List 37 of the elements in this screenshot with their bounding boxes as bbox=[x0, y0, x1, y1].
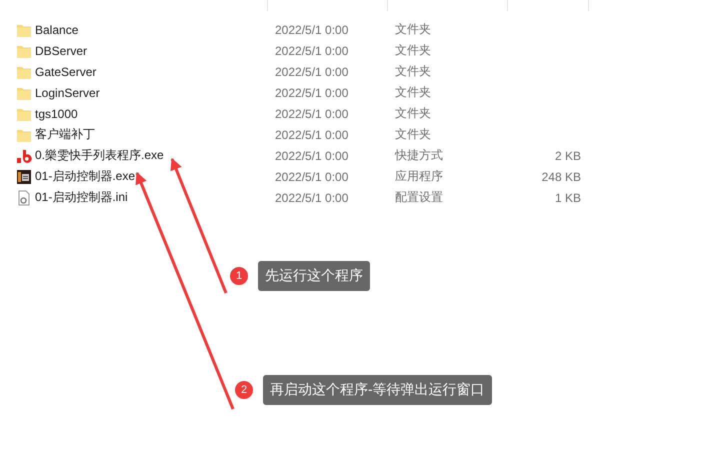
file-name[interactable]: DBServer bbox=[35, 44, 88, 58]
file-name[interactable]: Balance bbox=[35, 22, 78, 36]
date-text: 2022/5/1 0:00 bbox=[275, 148, 348, 162]
file-name[interactable]: LoginServer bbox=[35, 86, 100, 100]
file-name[interactable]: 客户端补丁 bbox=[35, 126, 95, 143]
date-text: 2022/5/1 0:00 bbox=[275, 170, 348, 184]
type-text: 文件夹 bbox=[395, 84, 431, 101]
size-text: 248 KB bbox=[542, 170, 581, 184]
size-text: 1 KB bbox=[554, 190, 581, 204]
file-name[interactable]: GateServer bbox=[35, 64, 96, 78]
file-name[interactable]: tgs1000 bbox=[35, 106, 78, 120]
file-name[interactable]: 01-启动控制器.ini bbox=[35, 189, 128, 206]
gear-file-icon bbox=[16, 190, 32, 206]
callout-label: 先运行这个程序 bbox=[258, 261, 370, 291]
type-text: 文件夹 bbox=[395, 42, 431, 59]
file-name[interactable]: 0.樂雯快手列表程序.exe bbox=[35, 147, 164, 164]
date-text: 2022/5/1 0:00 bbox=[275, 22, 348, 36]
date-text: 2022/5/1 0:00 bbox=[275, 106, 348, 120]
number-badge: 2 bbox=[235, 381, 253, 399]
date-text: 2022/5/1 0:00 bbox=[275, 64, 348, 78]
type-text: 文件夹 bbox=[395, 63, 431, 80]
type-text: 文件夹 bbox=[395, 21, 431, 38]
callout-label: 再启动这个程序-等待弹出运行窗口 bbox=[263, 375, 492, 405]
date-text: 2022/5/1 0:00 bbox=[275, 190, 348, 204]
date-text: 2022/5/1 0:00 bbox=[275, 86, 348, 100]
date-text: 2022/5/1 0:00 bbox=[275, 128, 348, 142]
type-text: 应用程序 bbox=[395, 168, 443, 185]
type-text: 文件夹 bbox=[395, 126, 431, 143]
file-name[interactable]: 01-启动控制器.exe bbox=[35, 168, 136, 185]
program-icon bbox=[16, 168, 32, 184]
type-text: 文件夹 bbox=[395, 105, 431, 122]
date-text: 2022/5/1 0:00 bbox=[275, 44, 348, 58]
size-text: 2 KB bbox=[554, 148, 581, 162]
number-badge: 1 bbox=[230, 267, 248, 285]
type-text: 快捷方式 bbox=[395, 147, 443, 164]
letter-b-icon bbox=[16, 148, 32, 164]
type-text: 配置设置 bbox=[395, 189, 443, 206]
